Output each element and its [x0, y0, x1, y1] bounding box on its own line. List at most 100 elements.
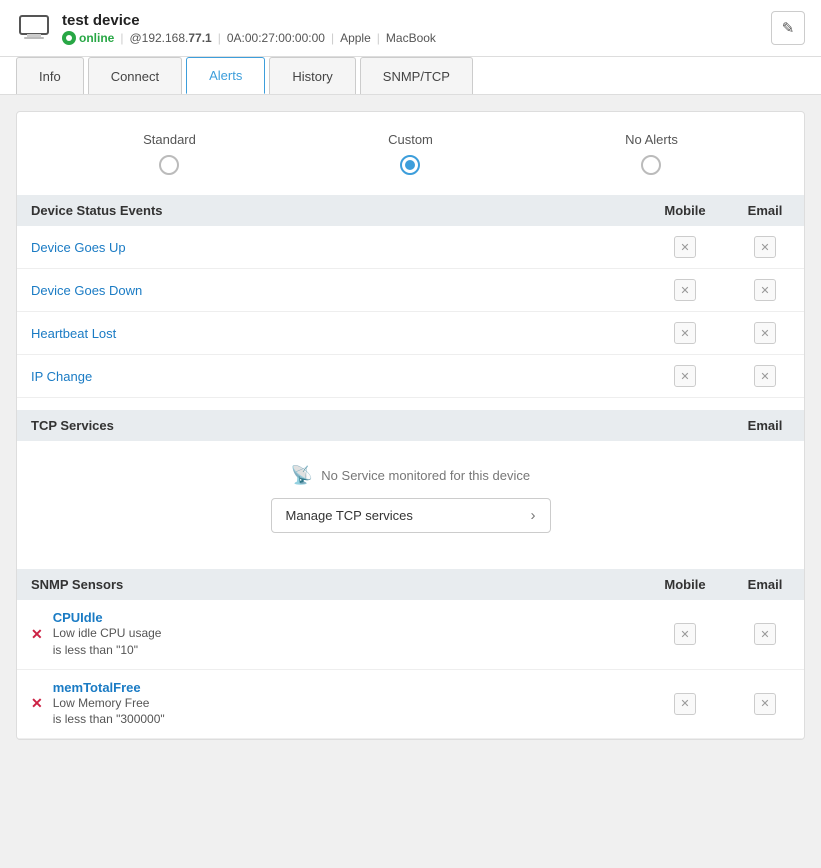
snmp-title: SNMP Sensors	[31, 577, 123, 592]
radio-standard-input[interactable]	[159, 155, 179, 175]
cpuidle-email-cell: ✕	[740, 623, 790, 645]
memtotalfree-email-cell: ✕	[740, 693, 790, 715]
goes-down-email-cell: ✕	[740, 279, 790, 301]
edit-button[interactable]: ✎	[771, 11, 805, 45]
event-name-goes-up: Device Goes Up	[31, 240, 660, 255]
snmp-cpuidle-checkboxes: ✕ ✕	[660, 623, 790, 645]
radio-no-alerts-label: No Alerts	[625, 132, 678, 147]
radio-no-alerts: No Alerts	[625, 132, 678, 175]
tab-snmptcp[interactable]: SNMP/TCP	[360, 57, 473, 94]
heartbeat-email-checkbox[interactable]: ✕	[754, 322, 776, 344]
snmp-header: SNMP Sensors Mobile Email	[17, 569, 804, 600]
col-mobile-label: Mobile	[660, 203, 710, 218]
snmp-cpuidle-delete[interactable]: ✕	[31, 626, 43, 643]
tcp-empty-row: 📡 No Service monitored for this device	[291, 465, 530, 486]
event-checkboxes-goes-up: ✕ ✕	[660, 236, 790, 258]
memtotalfree-email-checkbox[interactable]: ✕	[754, 693, 776, 715]
radio-custom-input[interactable]	[400, 155, 420, 175]
cpuidle-mobile-checkbox[interactable]: ✕	[674, 623, 696, 645]
goes-up-mobile-checkbox[interactable]: ✕	[674, 236, 696, 258]
snmp-cpuidle-desc2: is less than "10"	[53, 643, 138, 657]
tcp-cols: Email	[740, 418, 790, 433]
snmp-cpuidle-info: CPUIdle Low idle CPU usage is less than …	[53, 610, 162, 659]
snmp-cpuidle-desc: Low idle CPU usage is less than "10"	[53, 625, 162, 659]
ip-bold: 77.1	[188, 31, 211, 45]
snmp-cpuidle-desc1: Low idle CPU usage	[53, 626, 162, 640]
device-info: test device online | @192.168.77.1 | 0A:…	[62, 12, 436, 45]
radio-standard: Standard	[143, 132, 196, 175]
event-name-heartbeat: Heartbeat Lost	[31, 326, 660, 341]
goes-up-email-checkbox[interactable]: ✕	[754, 236, 776, 258]
ip-at: @192.168.	[129, 31, 188, 45]
snmp-mobile-label: Mobile	[660, 577, 710, 592]
separator3: |	[331, 31, 334, 45]
device-status-title: Device Status Events	[31, 203, 163, 218]
snmp-email-label: Email	[740, 577, 790, 592]
cpuidle-email-checkbox[interactable]: ✕	[754, 623, 776, 645]
tcp-empty-message: No Service monitored for this device	[321, 468, 530, 483]
snmp-memtotalfree-info: memTotalFree Low Memory Free is less tha…	[53, 680, 165, 729]
tcp-empty: 📡 No Service monitored for this device M…	[17, 441, 804, 557]
separator4: |	[377, 31, 380, 45]
tab-connect[interactable]: Connect	[88, 57, 182, 94]
snmp-memtotalfree-desc: Low Memory Free is less than "300000"	[53, 695, 165, 729]
device-header: test device online | @192.168.77.1 | 0A:…	[0, 0, 821, 57]
tab-history[interactable]: History	[269, 57, 355, 94]
event-name-ip-change: IP Change	[31, 369, 660, 384]
tcp-section: TCP Services Email 📡 No Service monitore…	[17, 410, 804, 557]
manage-tcp-button[interactable]: Manage TCP services ›	[271, 498, 551, 533]
heartbeat-mobile-cell: ✕	[660, 322, 710, 344]
ip-change-email-checkbox[interactable]: ✕	[754, 365, 776, 387]
radio-custom-label: Custom	[388, 132, 433, 147]
snmp-memtotalfree-name: memTotalFree	[53, 680, 165, 695]
device-header-left: test device online | @192.168.77.1 | 0A:…	[16, 10, 436, 46]
radio-standard-label: Standard	[143, 132, 196, 147]
vendor1: Apple	[340, 31, 371, 45]
snmp-memtotalfree-checkboxes: ✕ ✕	[660, 693, 790, 715]
device-name: test device	[62, 12, 436, 29]
event-checkboxes-goes-down: ✕ ✕	[660, 279, 790, 301]
tab-alerts[interactable]: Alerts	[186, 57, 265, 94]
snmp-cpuidle-name: CPUIdle	[53, 610, 162, 625]
alerts-card: Standard Custom No Alerts Device Status …	[16, 111, 805, 740]
tcp-email-label: Email	[740, 418, 790, 433]
device-status-header: Device Status Events Mobile Email	[17, 195, 804, 226]
heartbeat-email-cell: ✕	[740, 322, 790, 344]
device-ip: @192.168.77.1	[129, 31, 211, 45]
radio-custom: Custom	[388, 132, 433, 175]
event-row-device-goes-up: Device Goes Up ✕ ✕	[17, 226, 804, 269]
memtotalfree-mobile-cell: ✕	[660, 693, 710, 715]
event-checkboxes-ip-change: ✕ ✕	[660, 365, 790, 387]
ip-change-mobile-cell: ✕	[660, 365, 710, 387]
radio-group: Standard Custom No Alerts	[17, 112, 804, 195]
status-dot	[62, 31, 76, 45]
tcp-title: TCP Services	[31, 418, 114, 433]
event-name-goes-down: Device Goes Down	[31, 283, 660, 298]
event-row-device-goes-down: Device Goes Down ✕ ✕	[17, 269, 804, 312]
vendor2: MacBook	[386, 31, 436, 45]
cpuidle-mobile-cell: ✕	[660, 623, 710, 645]
status-text: online	[79, 31, 114, 45]
tab-info[interactable]: Info	[16, 57, 84, 94]
device-meta: online | @192.168.77.1 | 0A:00:27:00:00:…	[62, 31, 436, 45]
memtotalfree-mobile-checkbox[interactable]: ✕	[674, 693, 696, 715]
goes-down-email-checkbox[interactable]: ✕	[754, 279, 776, 301]
event-row-heartbeat-lost: Heartbeat Lost ✕ ✕	[17, 312, 804, 355]
ip-change-mobile-checkbox[interactable]: ✕	[674, 365, 696, 387]
goes-up-email-cell: ✕	[740, 236, 790, 258]
heartbeat-mobile-checkbox[interactable]: ✕	[674, 322, 696, 344]
snmp-memtotalfree-desc2: is less than "300000"	[53, 712, 165, 726]
ip-change-email-cell: ✕	[740, 365, 790, 387]
radio-no-alerts-input[interactable]	[641, 155, 661, 175]
snmp-memtotalfree-delete[interactable]: ✕	[31, 695, 43, 712]
device-status-cols: Mobile Email	[660, 203, 790, 218]
snmp-row-memtotalfree: ✕ memTotalFree Low Memory Free is less t…	[17, 670, 804, 740]
snmp-cols: Mobile Email	[660, 577, 790, 592]
manage-tcp-arrow-icon: ›	[531, 507, 536, 524]
snmp-cpuidle-left: ✕ CPUIdle Low idle CPU usage is less tha…	[31, 610, 660, 659]
snmp-memtotalfree-left: ✕ memTotalFree Low Memory Free is less t…	[31, 680, 660, 729]
goes-down-mobile-checkbox[interactable]: ✕	[674, 279, 696, 301]
col-email-label: Email	[740, 203, 790, 218]
no-service-icon: 📡	[291, 465, 313, 486]
separator1: |	[120, 31, 123, 45]
